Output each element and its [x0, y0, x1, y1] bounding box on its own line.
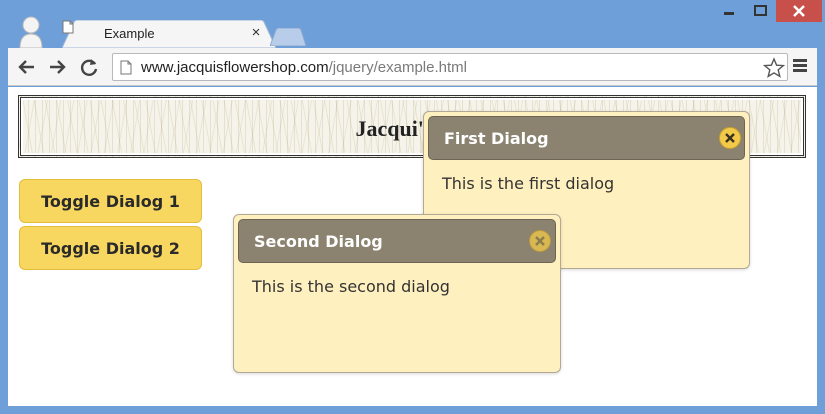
back-arrow-icon[interactable]	[16, 56, 38, 78]
dialog-body-text: This is the first dialog	[442, 174, 615, 193]
url-path: /jquery/example.html	[328, 59, 467, 76]
maximize-button[interactable]	[746, 0, 774, 22]
dialog-titlebar[interactable]: First Dialog	[428, 116, 745, 160]
close-window-button[interactable]	[776, 0, 822, 22]
url-host: www.jacquisflowershop.com	[141, 59, 329, 76]
forward-arrow-icon[interactable]	[46, 56, 68, 78]
star-icon[interactable]	[763, 57, 785, 79]
x-circle-icon[interactable]	[529, 230, 551, 252]
person-icon[interactable]	[14, 14, 48, 48]
hamburger-menu-icon[interactable]	[793, 59, 807, 73]
dialog-title: Second Dialog	[254, 232, 383, 251]
tab-close-button[interactable]: ×	[248, 25, 264, 41]
address-bar[interactable]: www.jacquisflowershop.com/jquery/example…	[112, 53, 788, 81]
browser-tab[interactable]: Example ×	[62, 20, 276, 48]
second-dialog[interactable]: Second Dialog This is the second dialog	[233, 214, 561, 373]
x-circle-icon[interactable]	[719, 127, 741, 149]
browser-toolbar: www.jacquisflowershop.com/jquery/example…	[8, 48, 817, 86]
new-tab-button[interactable]	[270, 28, 306, 46]
dialog-body-text: This is the second dialog	[252, 277, 450, 296]
toggle-dialog-2-button[interactable]: Toggle Dialog 2	[19, 226, 202, 270]
reload-icon[interactable]	[78, 56, 100, 78]
url-text: www.jacquisflowershop.com/jquery/example…	[141, 59, 467, 76]
dialog-title: First Dialog	[444, 129, 549, 148]
title-bar: Example ×	[0, 0, 825, 48]
minimize-button[interactable]	[714, 0, 744, 22]
tab-title: Example	[104, 26, 155, 41]
page-icon	[62, 20, 74, 34]
browser-window: Example × www.jacquisflowershop.com/jque…	[0, 0, 825, 414]
page-viewport: Jacqui's Flo Toggle Dialog 1 Toggle Dial…	[8, 87, 817, 406]
page-icon	[120, 60, 132, 75]
toggle-dialog-1-button[interactable]: Toggle Dialog 1	[19, 179, 202, 223]
dialog-titlebar[interactable]: Second Dialog	[238, 219, 556, 263]
